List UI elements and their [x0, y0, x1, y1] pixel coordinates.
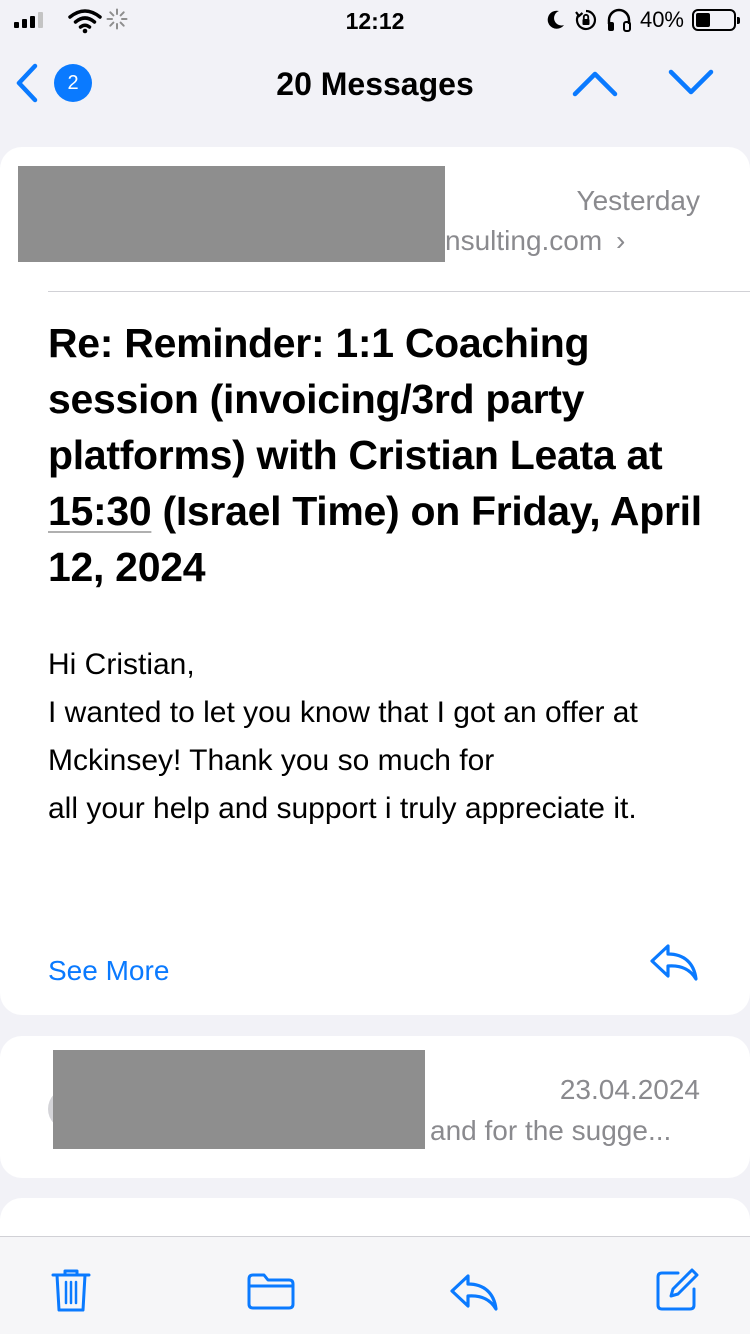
battery-percent: 40% — [639, 7, 684, 32]
see-more-link[interactable]: See More — [48, 955, 169, 987]
reply-icon[interactable] — [448, 1271, 500, 1313]
chevron-up-icon[interactable] — [570, 66, 620, 100]
sender-address-link[interactable]: nsulting.com › — [445, 225, 625, 257]
compose-icon[interactable] — [654, 1267, 700, 1313]
message-body: Hi Cristian, I wanted to let you know th… — [48, 641, 708, 833]
bottom-toolbar — [0, 1236, 750, 1334]
message-date: 23.04.2024 — [559, 1074, 700, 1105]
redacted-sender-block — [53, 1050, 425, 1149]
body-line: all your help and support i truly apprec… — [48, 792, 637, 825]
battery-icon — [692, 9, 740, 31]
message-subject: Re: Reminder: 1:1 Coaching session (invo… — [48, 320, 702, 590]
moon-icon — [547, 10, 564, 29]
message-card-expanded[interactable]: Yesterday nsulting.com › Re: Reminder: 1… — [0, 147, 750, 1015]
status-right-group: 40% — [546, 7, 740, 33]
body-line: I wanted to let you know that I got an o… — [48, 696, 638, 777]
chevron-right-icon: › — [615, 225, 626, 256]
status-bar: 12:12 40% — [0, 0, 750, 44]
mail-thread-screen: 12:12 40% 2 20 Messages Yesterday nsulti… — [0, 0, 750, 1334]
thread-title: 20 Messages — [276, 66, 474, 102]
reply-icon[interactable] — [648, 941, 700, 983]
chevron-down-icon[interactable] — [666, 66, 716, 100]
nav-bar: 2 20 Messages — [0, 44, 750, 130]
headphones-icon — [607, 8, 631, 32]
message-snippet: and for the sugge... — [430, 1115, 672, 1146]
message-date: Yesterday — [576, 185, 701, 216]
folder-icon[interactable] — [246, 1271, 296, 1311]
body-line: Hi Cristian, — [48, 648, 195, 681]
rotation-lock-icon — [575, 9, 597, 31]
trash-icon[interactable] — [50, 1267, 92, 1313]
message-card-collapsed[interactable]: 23.04.2024 and for the sugge... — [0, 1036, 750, 1178]
divider — [48, 291, 750, 292]
redacted-sender-block — [18, 166, 445, 262]
time-link[interactable]: 15:30 — [48, 488, 152, 534]
sender-address: nsulting.com — [445, 225, 603, 256]
